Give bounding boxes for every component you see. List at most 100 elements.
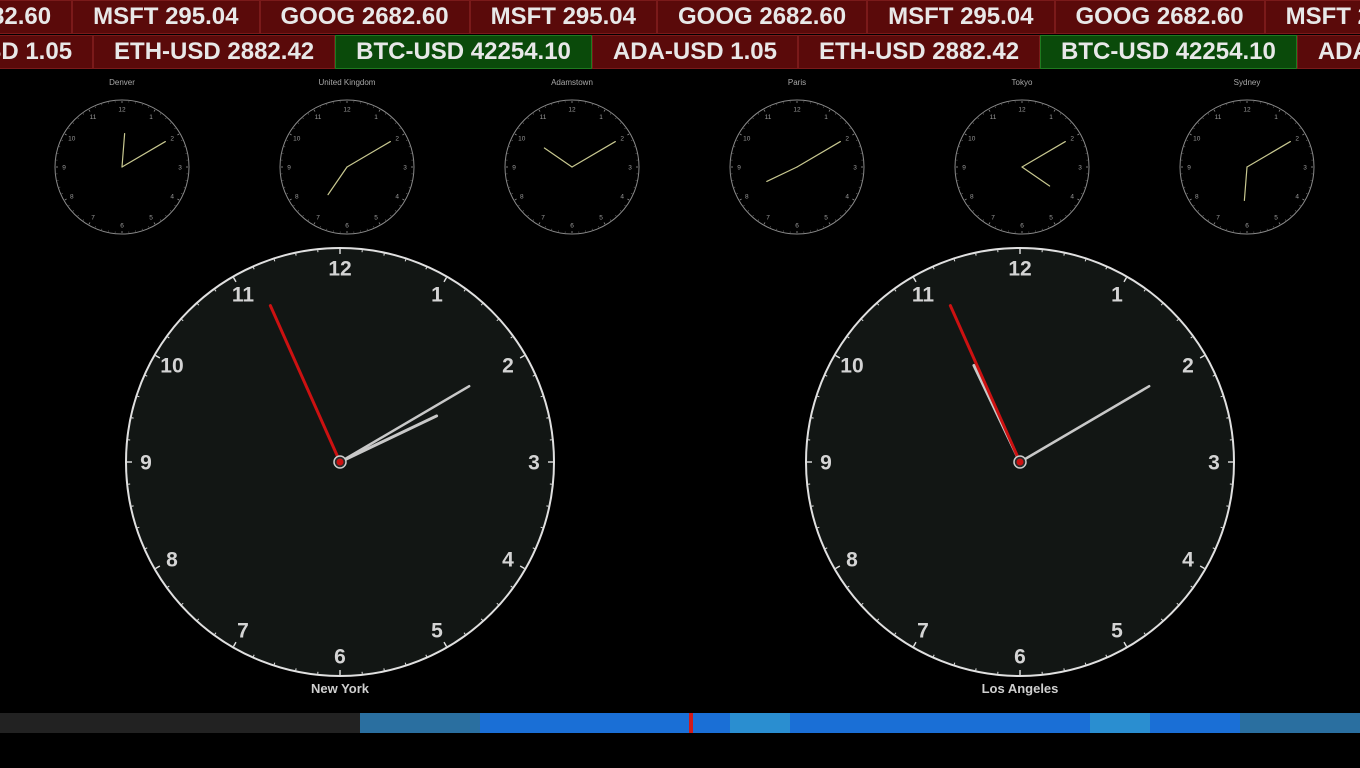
clock-numeral: 7: [766, 215, 770, 222]
clock-numeral: 6: [334, 646, 346, 669]
clock-numeral: 4: [502, 549, 514, 572]
ticker-item-msft: MSFT 295.04: [867, 0, 1055, 34]
clock-numeral: 1: [431, 284, 443, 307]
clock-numeral: 7: [91, 215, 95, 222]
main-clock-face: 123456789101112: [125, 247, 555, 677]
main-clock: 1 2 3 4 5 6 7 8 9 10 11 12 Los Angeles: [804, 246, 1236, 696]
clock-numeral: 8: [295, 193, 299, 200]
world-clock: 1 2 3 4 5 6 7 8 9 10 11 12 Adamstown: [503, 78, 641, 236]
clock-numeral: 7: [316, 215, 320, 222]
world-clock: 1 2 3 4 5 6 7 8 9 10 11 12 Sydney: [1178, 78, 1316, 236]
clock-tick: [1220, 395, 1223, 398]
clock-numeral: 3: [1078, 164, 1082, 171]
main-clock-face: 123456789101112: [805, 247, 1235, 677]
clock-numeral: 5: [824, 215, 828, 222]
clock-tick: [540, 526, 543, 529]
timeline-segment: [1089, 713, 1150, 733]
clock-numeral: 11: [1215, 114, 1222, 121]
clock-numeral: 2: [1295, 135, 1299, 142]
timeline-segment: [359, 713, 480, 733]
main-clock: 1 2 3 4 5 6 7 8 9 10 11 12 New York: [124, 246, 556, 696]
clock-numeral: 5: [431, 620, 443, 643]
timeline-segment: [729, 713, 790, 733]
ticker-item-ada-usd: ADA-USD 1.05: [1296, 35, 1360, 69]
clock-numeral: 2: [170, 135, 174, 142]
clock-tick: [953, 259, 956, 262]
clock-tick: [1084, 259, 1087, 262]
clock-numeral: 10: [968, 135, 976, 142]
clock-numeral: 6: [120, 222, 124, 229]
stock-ticker: GOOG 2682.60MSFT 295.04GOOG 2682.60MSFT …: [0, 0, 1360, 34]
clock-numeral: 11: [912, 284, 935, 307]
clock-numeral: 3: [853, 164, 857, 171]
ticker-item-btc-usd: BTC-USD 42254.10: [1040, 35, 1297, 69]
timeline-segment: [479, 713, 690, 733]
world-clock-face: 123456789101112: [1179, 99, 1315, 235]
ticker-item-goog: GOOG 2682.60: [0, 0, 73, 34]
clock-numeral: 1: [149, 114, 153, 121]
clock-tick: [817, 395, 820, 398]
current-time-marker: [688, 713, 693, 733]
ticker-item-goog: GOOG 2682.60: [259, 0, 470, 34]
clock-numeral: 2: [1070, 135, 1074, 142]
dashboard: GOOG 2682.60MSFT 295.04GOOG 2682.60MSFT …: [0, 0, 1360, 768]
hand-pivot-center: [336, 458, 344, 466]
clock-numeral: 7: [541, 215, 545, 222]
clock-numeral: 10: [68, 135, 76, 142]
clock-numeral: 7: [917, 620, 929, 643]
clock-numeral: 4: [1182, 549, 1194, 572]
timeline-segment: [0, 713, 360, 733]
timeline-segment: [1239, 713, 1360, 733]
world-clock-face: 123456789101112: [504, 99, 640, 235]
clock-numeral: 8: [846, 549, 858, 572]
ticker-item-ada-usd: ADA-USD 1.05: [0, 35, 94, 69]
clock-numeral: 2: [845, 135, 849, 142]
world-city-label: Adamstown: [551, 78, 593, 87]
ticker-item-msft: MSFT 295.04: [1264, 0, 1360, 34]
timeline-segment: [1149, 713, 1240, 733]
clock-tick: [273, 259, 276, 262]
clock-numeral: 11: [315, 114, 322, 121]
clock-numeral: 11: [90, 114, 97, 121]
clock-numeral: 1: [1049, 114, 1053, 121]
timeline-segment: [689, 713, 730, 733]
world-clock: 1 2 3 4 5 6 7 8 9 10 11 12 United Kingdom: [278, 78, 416, 236]
clock-numeral: 12: [343, 106, 351, 113]
ticker-item-goog: GOOG 2682.60: [1054, 0, 1265, 34]
world-city-label: Denver: [109, 78, 135, 87]
clock-numeral: 3: [1208, 452, 1220, 475]
clock-numeral: 3: [178, 164, 182, 171]
clock-numeral: 9: [62, 164, 66, 171]
ticker-item-ada-usd: ADA-USD 1.05: [591, 35, 798, 69]
clock-numeral: 10: [743, 135, 751, 142]
world-clock: 1 2 3 4 5 6 7 8 9 10 11 12 Denver: [53, 78, 191, 236]
clock-numeral: 5: [149, 215, 153, 222]
clock-tick: [137, 526, 140, 529]
world-city-label: United Kingdom: [318, 78, 376, 87]
clock-numeral: 8: [1195, 193, 1199, 200]
clock-numeral: 6: [345, 222, 349, 229]
clock-numeral: 2: [502, 355, 514, 378]
clock-numeral: 6: [795, 222, 799, 229]
clock-numeral: 5: [1111, 620, 1123, 643]
clock-numeral: 9: [1187, 164, 1191, 171]
world-clock-face: 123456789101112: [954, 99, 1090, 235]
clock-numeral: 11: [540, 114, 547, 121]
clock-numeral: 4: [845, 193, 849, 200]
clock-numeral: 12: [328, 258, 351, 281]
clock-numeral: 4: [170, 193, 174, 200]
clock-tick: [404, 662, 407, 665]
clock-numeral: 9: [287, 164, 291, 171]
main-city-label: New York: [310, 681, 370, 696]
clock-numeral: 10: [518, 135, 526, 142]
ticker-item-eth-usd: ETH-USD 2882.42: [93, 35, 336, 69]
clock-numeral: 12: [793, 106, 801, 113]
clock-numeral: 1: [1274, 114, 1278, 121]
clock-numeral: 1: [824, 114, 828, 121]
world-clock-face: 123456789101112: [279, 99, 415, 235]
clock-numeral: 9: [962, 164, 966, 171]
hand-pivot-center: [1016, 458, 1024, 466]
clock-numeral: 6: [570, 222, 574, 229]
world-clock-face: 123456789101112: [54, 99, 190, 235]
clock-numeral: 3: [1303, 164, 1307, 171]
